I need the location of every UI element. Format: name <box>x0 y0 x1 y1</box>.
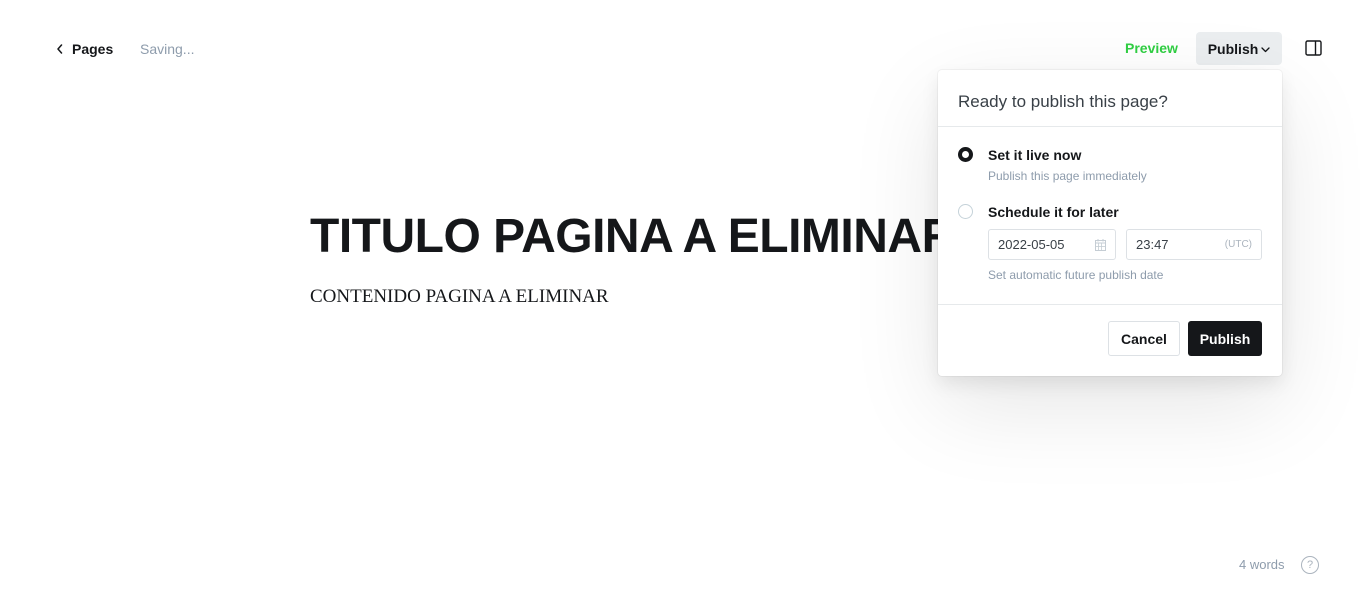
chevron-left-icon <box>57 44 63 54</box>
option-schedule-later[interactable]: Schedule it for later <box>958 204 1258 224</box>
confirm-publish-button[interactable]: Publish <box>1188 321 1262 356</box>
sidebar-panel-icon[interactable] <box>1305 40 1322 56</box>
publish-now-title: Set it live now <box>988 147 1082 163</box>
help-icon[interactable]: ? <box>1301 556 1319 574</box>
page-content[interactable]: CONTENIDO PAGINA A ELIMINAR <box>310 286 609 308</box>
calendar-icon[interactable] <box>1095 238 1106 251</box>
cancel-button[interactable]: Cancel <box>1108 321 1180 356</box>
schedule-time-value: 23:47 <box>1136 237 1169 252</box>
schedule-date-input[interactable]: 2022-05-05 <box>988 229 1116 260</box>
timezone-label: (UTC) <box>1224 239 1252 250</box>
publish-menu-label: Publish <box>1207 40 1259 57</box>
schedule-later-title: Schedule it for later <box>988 204 1119 220</box>
schedule-time-input[interactable]: 23:47 (UTC) <box>1126 229 1262 260</box>
publish-now-subtitle: Publish this page immediately <box>988 169 1147 183</box>
back-link-label: Pages <box>72 41 114 57</box>
word-count: 4 words <box>1239 557 1285 572</box>
publish-now-radio[interactable] <box>958 147 973 162</box>
back-to-pages-link[interactable]: Pages <box>56 38 113 60</box>
save-status: Saving... <box>140 41 195 57</box>
schedule-later-radio[interactable] <box>958 204 973 219</box>
preview-button[interactable]: Preview <box>1114 32 1189 64</box>
chevron-down-icon <box>1261 47 1270 53</box>
publish-popup: Ready to publish this page? Set it live … <box>938 70 1282 376</box>
option-publish-now[interactable]: Set it live now Publish this page immedi… <box>958 147 1258 187</box>
publish-menu-button[interactable]: Publish <box>1196 32 1282 65</box>
publish-popup-footer: Cancel Publish <box>938 304 1282 376</box>
schedule-hint: Set automatic future publish date <box>988 268 1164 282</box>
page-title[interactable]: TITULO PAGINA A ELIMINAR <box>310 208 956 266</box>
schedule-date-value: 2022-05-05 <box>998 237 1065 252</box>
publish-popup-heading: Ready to publish this page? <box>938 70 1282 127</box>
